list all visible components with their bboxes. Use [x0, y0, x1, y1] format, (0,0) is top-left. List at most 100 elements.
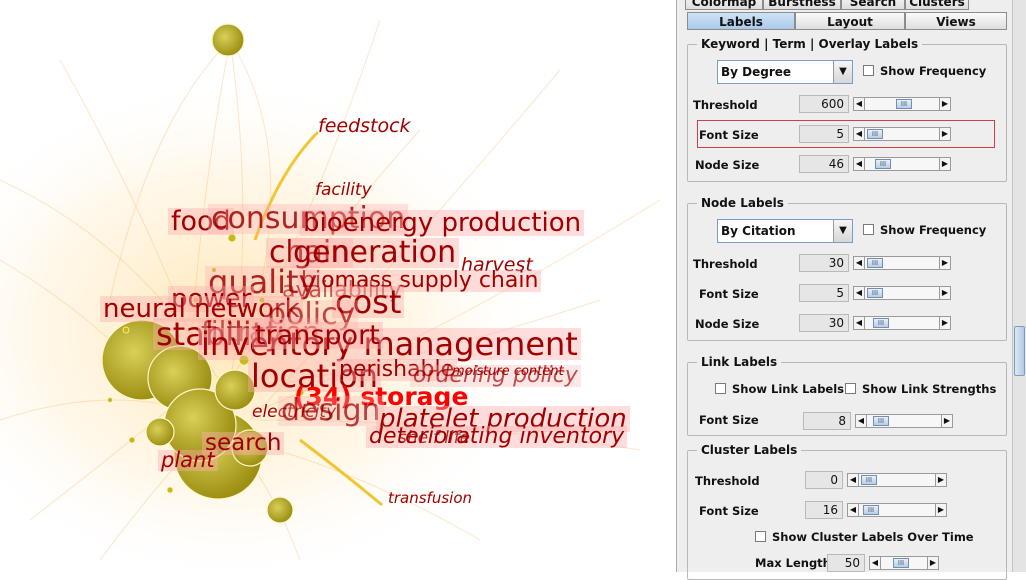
- node-size-slider[interactable]: ◀ III ▶: [853, 157, 951, 171]
- threshold-label: Threshold: [693, 257, 758, 271]
- node-size-field[interactable]: 30: [799, 314, 849, 332]
- arrow-right-icon[interactable]: ▶: [941, 414, 953, 428]
- font-size-slider[interactable]: ◀ III ▶: [847, 503, 947, 517]
- slider-thumb[interactable]: III: [893, 558, 909, 568]
- slider-thumb[interactable]: III: [863, 505, 879, 515]
- arrow-right-icon[interactable]: ▶: [939, 286, 951, 300]
- slider-thumb[interactable]: III: [875, 159, 891, 169]
- slider-thumb[interactable]: III: [873, 416, 889, 426]
- font-size-slider[interactable]: ◀ III ▶: [853, 286, 951, 300]
- checkbox-box[interactable]: [863, 65, 874, 76]
- checkbox-label: Show Link Labels: [732, 382, 845, 396]
- checkbox-box[interactable]: [755, 531, 766, 542]
- arrow-right-icon[interactable]: ▶: [927, 556, 939, 570]
- arrow-right-icon[interactable]: ▶: [939, 316, 951, 330]
- keyword-label[interactable]: transfusion: [388, 491, 472, 506]
- font-size-label: Font Size: [699, 287, 759, 301]
- threshold-field[interactable]: 0: [805, 471, 843, 489]
- scrollbar-thumb[interactable]: [1014, 326, 1025, 376]
- threshold-slider[interactable]: ◀ III ▶: [853, 97, 951, 111]
- tab-layout[interactable]: Layout: [795, 12, 905, 30]
- slider-thumb[interactable]: III: [867, 288, 883, 298]
- threshold-field[interactable]: 600: [799, 95, 849, 113]
- arrow-left-icon[interactable]: ◀: [869, 556, 881, 570]
- checkbox-box[interactable]: [845, 383, 856, 394]
- arrow-left-icon[interactable]: ◀: [853, 157, 865, 171]
- slider-thumb[interactable]: III: [861, 475, 877, 485]
- keyword-label[interactable]: transport: [252, 322, 383, 349]
- slider-thumb[interactable]: III: [867, 258, 883, 268]
- max-length-field[interactable]: 50: [827, 554, 865, 572]
- tab-views[interactable]: Views: [905, 12, 1007, 30]
- slider-track[interactable]: III: [865, 127, 939, 141]
- arrow-left-icon[interactable]: ◀: [847, 473, 859, 487]
- tab-search[interactable]: Search: [841, 0, 905, 10]
- slider-track[interactable]: III: [867, 414, 941, 428]
- slider-track[interactable]: III: [865, 157, 939, 171]
- network-visualization[interactable]: feedstock facility food consumption bioe…: [0, 0, 676, 572]
- arrow-right-icon[interactable]: ▶: [939, 256, 951, 270]
- arrow-left-icon[interactable]: ◀: [853, 97, 865, 111]
- font-size-field[interactable]: 5: [799, 125, 849, 143]
- group-title: Node Labels: [697, 196, 788, 210]
- vertical-scrollbar[interactable]: [1012, 0, 1026, 572]
- max-length-slider[interactable]: ◀ III ▶: [869, 556, 939, 570]
- node-size-slider[interactable]: ◀ III ▶: [853, 316, 951, 330]
- keyword-label[interactable]: bioenergy production: [300, 210, 585, 236]
- threshold-label: Threshold: [695, 474, 760, 488]
- font-size-label: Font Size: [699, 128, 759, 142]
- select-value: By Degree: [721, 65, 792, 79]
- keyword-label[interactable]: design: [278, 396, 384, 426]
- slider-track[interactable]: III: [859, 503, 935, 517]
- arrow-right-icon[interactable]: ▶: [939, 97, 951, 111]
- arrow-left-icon[interactable]: ◀: [853, 316, 865, 330]
- arrow-right-icon[interactable]: ▶: [939, 157, 951, 171]
- chevron-down-icon[interactable]: ▼: [833, 61, 852, 83]
- font-size-slider[interactable]: ◀ III ▶: [853, 127, 951, 141]
- chevron-down-icon[interactable]: ▼: [833, 220, 852, 242]
- font-size-field[interactable]: 8: [803, 412, 851, 430]
- threshold-slider[interactable]: ◀ III ▶: [847, 473, 947, 487]
- tab-colormap[interactable]: Colormap: [685, 0, 763, 10]
- checkbox-box[interactable]: [863, 224, 874, 235]
- tab-labels[interactable]: Labels: [687, 12, 795, 30]
- arrow-left-icon[interactable]: ◀: [853, 127, 865, 141]
- arrow-right-icon[interactable]: ▶: [939, 127, 951, 141]
- slider-thumb[interactable]: III: [873, 318, 889, 328]
- keyword-sort-select[interactable]: By Degree ▼: [717, 60, 853, 84]
- slider-thumb[interactable]: III: [867, 129, 883, 139]
- arrow-left-icon[interactable]: ◀: [853, 256, 865, 270]
- font-size-field[interactable]: 5: [799, 284, 849, 302]
- font-size-field[interactable]: 16: [805, 501, 843, 519]
- keyword-label[interactable]: facility: [315, 182, 372, 199]
- node-size-field[interactable]: 46: [799, 155, 849, 173]
- checkbox-label: Show Frequency: [880, 223, 987, 237]
- checkbox-label: Show Frequency: [880, 64, 987, 78]
- slider-track[interactable]: III: [859, 473, 935, 487]
- tab-burstness[interactable]: Burstness: [763, 0, 841, 10]
- slider-track[interactable]: III: [865, 286, 939, 300]
- slider-track[interactable]: III: [865, 256, 939, 270]
- node-sort-select[interactable]: By Citation ▼: [717, 219, 853, 243]
- font-size-slider[interactable]: ◀ III ▶: [855, 414, 953, 428]
- arrow-right-icon[interactable]: ▶: [935, 473, 947, 487]
- keyword-label[interactable]: shelf life: [398, 430, 470, 447]
- threshold-slider[interactable]: ◀ III ▶: [853, 256, 951, 270]
- slider-track[interactable]: III: [865, 97, 939, 111]
- slider-track[interactable]: III: [865, 316, 939, 330]
- arrow-left-icon[interactable]: ◀: [847, 503, 859, 517]
- arrow-right-icon[interactable]: ▶: [935, 503, 947, 517]
- tab-clusters[interactable]: Clusters: [905, 0, 969, 10]
- arrow-left-icon[interactable]: ◀: [853, 286, 865, 300]
- keyword-label[interactable]: plant: [158, 450, 218, 471]
- threshold-field[interactable]: 30: [799, 254, 849, 272]
- slider-thumb[interactable]: III: [896, 99, 912, 109]
- checkbox-label: Show Cluster Labels Over Time: [772, 530, 974, 544]
- threshold-label: Threshold: [693, 98, 758, 112]
- slider-track[interactable]: III: [881, 556, 927, 570]
- arrow-left-icon[interactable]: ◀: [855, 414, 867, 428]
- keyword-label[interactable]: feedstock: [318, 117, 411, 136]
- keyword-label[interactable]: moisture content: [452, 365, 564, 378]
- checkbox-box[interactable]: [715, 383, 726, 394]
- node-size-label: Node Size: [695, 317, 760, 331]
